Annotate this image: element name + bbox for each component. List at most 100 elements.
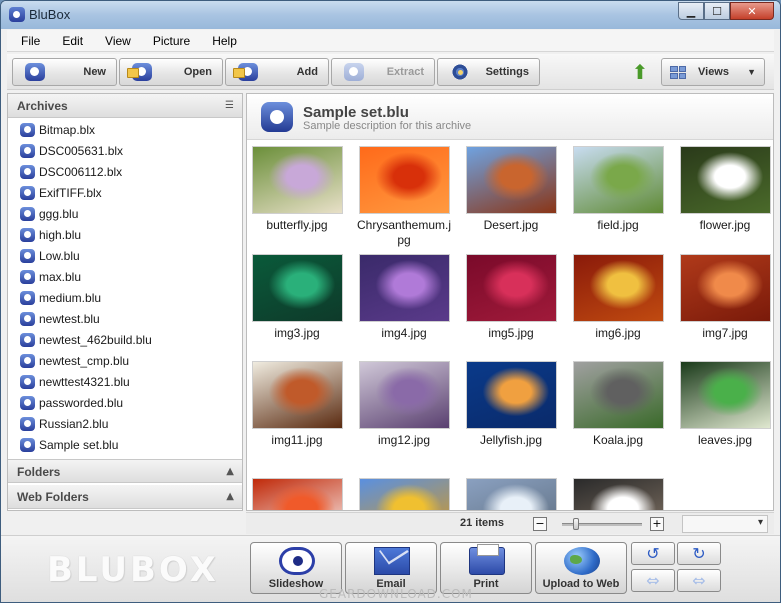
thumbnail-image[interactable] xyxy=(359,254,450,322)
archive-file-icon xyxy=(20,186,35,200)
thumbnail-image[interactable] xyxy=(466,478,557,510)
thumbnail-image[interactable] xyxy=(680,361,771,429)
thumbnail-image[interactable] xyxy=(252,146,343,214)
open-label: Open xyxy=(183,66,212,78)
archives-header[interactable]: Archives ☰ xyxy=(8,94,242,118)
up-level-arrow-icon[interactable]: ⬆ xyxy=(629,60,651,84)
list-options-icon[interactable]: ☰ xyxy=(225,100,234,111)
archive-file-name: Sample set.blu xyxy=(39,438,119,452)
items-count: 21 items xyxy=(460,517,505,529)
thumbnail-image[interactable] xyxy=(680,254,771,322)
thumbnail-image[interactable] xyxy=(573,478,664,510)
flip-horizontal-button[interactable]: ⇔ xyxy=(631,569,675,592)
archive-list-item[interactable]: newtest_462build.blu xyxy=(8,330,242,351)
thumbnail-image[interactable] xyxy=(252,254,343,322)
flip-vertical-button[interactable]: ⇔ xyxy=(677,569,721,592)
archive-file-icon xyxy=(20,333,35,347)
zoom-out-button[interactable]: − xyxy=(533,517,547,531)
thumbnail-image[interactable] xyxy=(359,361,450,429)
folders-title: Folders xyxy=(17,465,61,479)
views-label: Views xyxy=(698,66,729,78)
thumbnail-image[interactable] xyxy=(359,146,450,214)
thumbnail-caption: img7.jpg xyxy=(702,326,748,340)
zoom-slider-handle[interactable] xyxy=(573,518,579,530)
archive-file-name: Russian2.blu xyxy=(39,417,109,431)
maximize-button[interactable]: ☐ xyxy=(704,2,730,20)
archive-list: Bitmap.blx DSC005631.blx DSC006112.blx Exif… xyxy=(8,120,242,456)
thumbnail-caption: img6.jpg xyxy=(595,326,641,340)
settings-button[interactable]: Settings xyxy=(437,58,540,86)
close-button[interactable]: ✕ xyxy=(730,2,774,20)
archive-list-item[interactable]: DSC005631.blx xyxy=(8,141,242,162)
archive-list-item[interactable]: Low.blu xyxy=(8,246,242,267)
archive-list-item[interactable]: medium.blu xyxy=(8,288,242,309)
thumbnail-image[interactable] xyxy=(359,478,450,510)
thumbnail-caption: Chrysanthemum.jpg xyxy=(356,218,452,247)
views-dropdown[interactable]: Views ▼ xyxy=(661,58,765,86)
new-button[interactable]: New xyxy=(12,58,117,86)
menu-file[interactable]: File xyxy=(13,34,48,48)
thumbnail-image[interactable] xyxy=(466,361,557,429)
thumbnail-image[interactable] xyxy=(252,361,343,429)
archive-file-name: medium.blu xyxy=(39,291,102,305)
printer-icon xyxy=(469,544,505,575)
thumbnail-image[interactable] xyxy=(573,361,664,429)
thumbnail-caption: Jellyfish.jpg xyxy=(479,433,543,447)
thumbnail-caption: img3.jpg xyxy=(274,326,320,340)
rotate-right-button[interactable]: ↻ xyxy=(677,542,721,565)
add-label: Add xyxy=(296,66,318,78)
archive-list-item[interactable]: Russian2.blu xyxy=(8,414,242,435)
thumbnail-image[interactable] xyxy=(466,146,557,214)
archive-list-item[interactable]: ExifTIFF.blx xyxy=(8,183,242,204)
archive-list-item[interactable]: passworded.blu xyxy=(8,393,242,414)
archive-list-item[interactable]: DSC006112.blx xyxy=(8,162,242,183)
menu-help[interactable]: Help xyxy=(204,34,245,48)
archive-list-item[interactable]: newttest4321.blu xyxy=(8,372,242,393)
zoom-in-button[interactable]: + xyxy=(650,517,664,531)
thumbnail-image[interactable] xyxy=(252,478,343,510)
add-button[interactable]: Add xyxy=(225,58,329,86)
eye-icon xyxy=(279,547,315,575)
menu-view[interactable]: View xyxy=(97,34,139,48)
archive-file-icon xyxy=(20,144,35,158)
archive-file-icon xyxy=(20,438,35,452)
archive-file-icon xyxy=(20,354,35,368)
archive-file-icon xyxy=(20,123,35,137)
thumbnail-caption: leaves.jpg xyxy=(697,433,753,447)
new-archive-icon xyxy=(25,63,45,81)
archive-list-item[interactable]: ggg.blu xyxy=(8,204,242,225)
extract-button[interactable]: Extract xyxy=(331,58,435,86)
minimize-button[interactable]: ▁ xyxy=(678,2,704,20)
archive-file-name: ggg.blu xyxy=(39,207,79,221)
blubox-logo: BLUBOX xyxy=(47,550,219,590)
archive-list-item[interactable]: newtest_cmp.blu xyxy=(8,351,242,372)
archive-file-name: newtest_462build.blu xyxy=(39,333,152,347)
expand-up-icon[interactable]: ▲ xyxy=(226,491,234,502)
archive-file-name: Bitmap.blx xyxy=(39,123,96,137)
archive-list-item[interactable]: newtest.blu xyxy=(8,309,242,330)
thumbnail-image[interactable] xyxy=(573,254,664,322)
title-bar[interactable]: BluBox ▁ ☐ ✕ xyxy=(1,1,780,29)
archive-file-icon xyxy=(20,228,35,242)
open-button[interactable]: Open xyxy=(119,58,223,86)
archive-list-item[interactable]: Sample set.blu xyxy=(8,435,242,456)
rotate-left-button[interactable]: ↺ xyxy=(631,542,675,565)
thumbnail-image[interactable] xyxy=(573,146,664,214)
extract-label: Extract xyxy=(386,66,424,78)
thumbnail-panel: Sample set.blu Sample description for th… xyxy=(246,93,774,511)
thumbnail-image[interactable] xyxy=(466,254,557,322)
menu-picture[interactable]: Picture xyxy=(145,34,198,48)
archive-list-item[interactable]: Bitmap.blx xyxy=(8,120,242,141)
archive-title: Sample set.blu xyxy=(303,104,409,121)
zoom-combo[interactable] xyxy=(682,515,768,533)
expand-up-icon[interactable]: ▲ xyxy=(226,466,234,477)
archive-file-icon xyxy=(20,396,35,410)
folders-header[interactable]: Folders ▲ xyxy=(8,459,242,483)
upload-to-web-button[interactable]: Upload to Web xyxy=(535,542,627,594)
archive-list-item[interactable]: max.blu xyxy=(8,267,242,288)
thumbnail-image[interactable] xyxy=(680,146,771,214)
web-folders-header[interactable]: Web Folders ▲ xyxy=(8,485,242,509)
archive-list-item[interactable]: high.blu xyxy=(8,225,242,246)
archive-file-icon xyxy=(20,375,35,389)
menu-edit[interactable]: Edit xyxy=(54,34,91,48)
